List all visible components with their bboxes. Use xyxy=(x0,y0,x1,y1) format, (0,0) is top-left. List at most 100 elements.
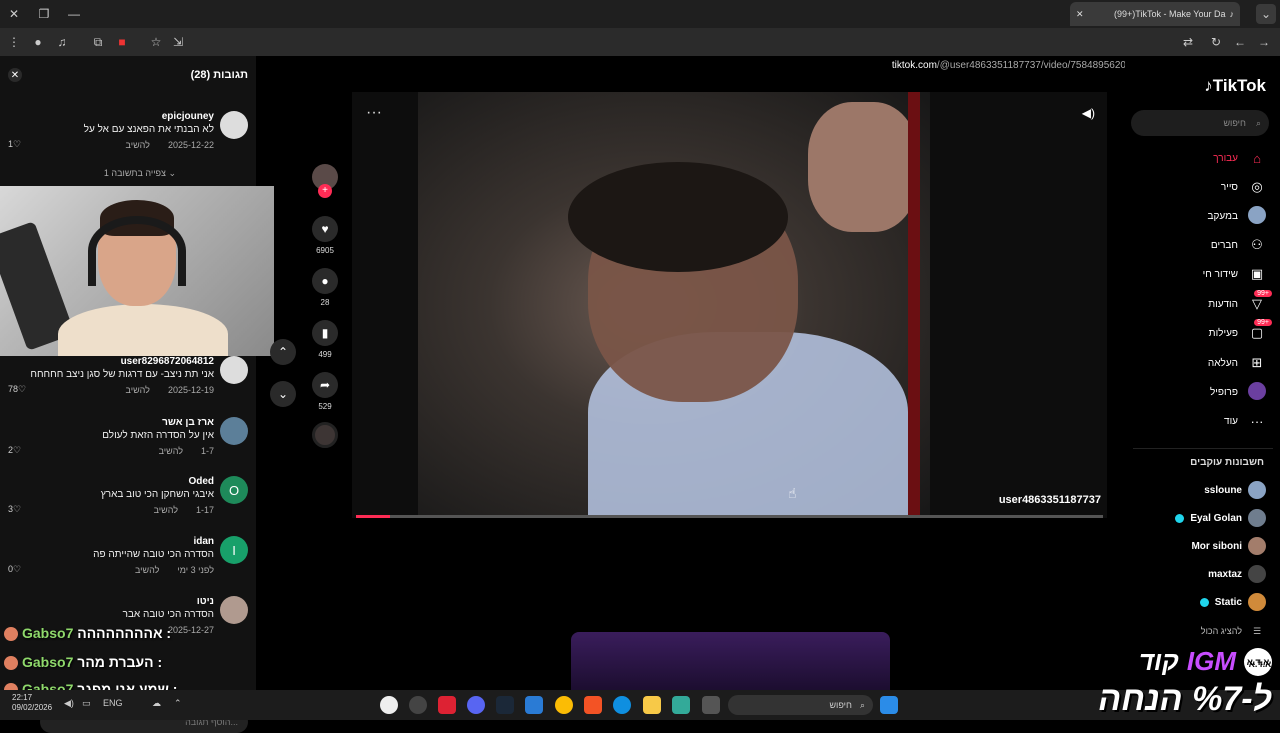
video-more-icon[interactable]: ··· xyxy=(366,104,382,122)
taskbar-clock[interactable]: 22:17 09/02/2026 xyxy=(12,693,52,713)
comment-user[interactable]: ארז בן אשר xyxy=(162,417,214,428)
following-account[interactable]: ssloune xyxy=(1204,480,1266,500)
comment-user[interactable]: idan xyxy=(193,536,214,547)
nav-explore[interactable]: סייר ◎ xyxy=(1221,177,1266,197)
comment-avatar[interactable]: I xyxy=(220,536,248,564)
minimize-window-icon[interactable]: — xyxy=(64,4,84,24)
site-settings-icon[interactable]: ⇄ xyxy=(1178,32,1198,52)
nav-profile[interactable]: פרופיל xyxy=(1210,381,1266,402)
tab-close-icon[interactable]: ✕ xyxy=(1076,9,1084,20)
store-taskbar-icon[interactable] xyxy=(584,696,602,714)
app-taskbar-icon[interactable] xyxy=(409,696,427,714)
previous-video-button[interactable]: ⌃ xyxy=(270,339,296,365)
chrome-taskbar-icon[interactable] xyxy=(555,696,573,714)
nav-upload[interactable]: העלאה ⊞ xyxy=(1208,353,1266,373)
install-app-icon[interactable]: ⇲ xyxy=(168,32,188,52)
comment-action[interactable]: ● 28 xyxy=(312,268,338,307)
close-comments-icon[interactable]: ✕ xyxy=(8,68,22,82)
edge-taskbar-icon[interactable] xyxy=(613,696,631,714)
steam-taskbar-icon[interactable] xyxy=(496,696,514,714)
share-action[interactable]: ➦ 529 xyxy=(312,372,338,411)
nav-activity[interactable]: פעילות ▢ 99+ xyxy=(1209,319,1272,343)
network-tray-icon[interactable]: ▭ xyxy=(82,698,91,709)
following-account[interactable]: Mor siboni xyxy=(1191,536,1266,556)
comment-avatar[interactable]: O xyxy=(220,476,248,504)
comment-user[interactable]: Oded xyxy=(188,476,214,487)
media-control-icon[interactable]: ♫ xyxy=(52,32,72,52)
share-arrow-icon[interactable]: ➦ xyxy=(312,372,338,398)
comment-avatar[interactable] xyxy=(220,596,248,624)
next-video-preview[interactable] xyxy=(571,632,890,692)
tab-list-icon[interactable]: ⌄ xyxy=(1256,4,1276,24)
task-view-taskbar-icon[interactable] xyxy=(702,696,720,714)
reply-link[interactable]: להשיב xyxy=(154,505,178,515)
nav-more[interactable]: עוד ··· xyxy=(1224,411,1266,431)
nav-live[interactable]: שידור חי ▣ xyxy=(1203,264,1266,284)
next-video-button[interactable]: ⌄ xyxy=(270,381,296,407)
comment-avatar[interactable] xyxy=(220,111,248,139)
sound-disc[interactable] xyxy=(312,422,338,448)
show-all-link[interactable]: להציג הכול ☰ xyxy=(1201,621,1266,641)
restore-window-icon[interactable]: ❐ xyxy=(34,4,54,24)
video-progress-bar[interactable] xyxy=(356,515,1103,518)
comment-bubble-icon[interactable]: ● xyxy=(312,268,338,294)
nav-following[interactable]: במעקב xyxy=(1208,205,1266,226)
following-account[interactable]: maxtaz xyxy=(1208,564,1266,584)
discord-taskbar-icon[interactable] xyxy=(467,696,485,714)
comment-avatar[interactable] xyxy=(220,356,248,384)
video-username[interactable]: user4863351187737 xyxy=(999,494,1101,506)
view-replies-link[interactable]: צפייה בתשובה 1 ⌄ xyxy=(104,168,176,179)
follow-plus-icon[interactable]: + xyxy=(318,184,332,198)
heart-outline-icon: ♡ xyxy=(13,564,22,574)
comment-like[interactable]: 1♡ xyxy=(8,139,21,150)
taskbar-search[interactable]: חיפוש ⌕ xyxy=(728,695,873,715)
browser-menu-icon[interactable]: ⋮ xyxy=(4,32,24,52)
forward-icon[interactable]: ← xyxy=(1230,32,1250,52)
search-input[interactable]: חיפוש ⌕ xyxy=(1131,110,1269,136)
tray-overflow-icon[interactable]: ⌃ xyxy=(174,698,182,709)
following-account[interactable]: Static xyxy=(1199,592,1266,612)
like-action[interactable]: ♥ 6905 xyxy=(312,216,338,255)
volume-tray-icon[interactable]: ◀) xyxy=(64,698,74,709)
save-action[interactable]: ▮ 499 xyxy=(312,320,338,359)
extensions-icon[interactable]: ⧉ xyxy=(88,32,108,52)
tiktok-logo[interactable]: ♪TikTok xyxy=(1204,76,1266,96)
language-indicator[interactable]: ENG xyxy=(103,698,123,708)
following-account[interactable]: Eyal Golan xyxy=(1175,508,1266,528)
app-blue-taskbar-icon[interactable] xyxy=(525,696,543,714)
app-green-taskbar-icon[interactable] xyxy=(672,696,690,714)
creator-avatar[interactable]: + xyxy=(312,164,338,198)
nav-for-you[interactable]: עבורך ⌂ xyxy=(1213,148,1266,168)
video-player[interactable]: ··· ◀) user4863351187737 xyxy=(352,92,1107,518)
nav-messages[interactable]: הודעות ▽ 99+ xyxy=(1208,290,1272,314)
search-icon[interactable]: ⌕ xyxy=(1256,118,1261,129)
reply-link[interactable]: להשיב xyxy=(135,565,159,575)
reply-link[interactable]: להשיב xyxy=(159,446,183,456)
bookmark-icon[interactable]: ▮ xyxy=(312,320,338,346)
comment-like[interactable]: 3♡ xyxy=(8,504,21,515)
file-explorer-taskbar-icon[interactable] xyxy=(643,696,661,714)
profile-icon[interactable]: ● xyxy=(28,32,48,52)
comment-user[interactable]: epicjouney xyxy=(162,111,214,122)
reply-link[interactable]: להשיב xyxy=(126,385,150,395)
windows-start-icon[interactable] xyxy=(880,696,898,714)
comment-like[interactable]: 0♡ xyxy=(8,564,21,575)
back-icon[interactable]: → xyxy=(1254,32,1274,52)
browser-tab[interactable]: ✕ (99+)TikTok - Make Your Da ♪ xyxy=(1070,2,1240,26)
bookmark-star-icon[interactable]: ☆ xyxy=(146,32,166,52)
comment-avatar[interactable] xyxy=(220,417,248,445)
comment-like[interactable]: 78♡ xyxy=(8,384,26,395)
reload-icon[interactable]: ↻ xyxy=(1206,32,1226,52)
app-red-taskbar-icon[interactable] xyxy=(438,696,456,714)
volume-icon[interactable]: ◀) xyxy=(1082,106,1095,120)
obs-taskbar-icon[interactable] xyxy=(380,696,398,714)
comment-user[interactable]: user8296872064812 xyxy=(121,356,214,367)
record-extension-icon[interactable]: ■ xyxy=(112,32,132,52)
close-window-icon[interactable]: ✕ xyxy=(4,4,24,24)
onedrive-tray-icon[interactable]: ☁ xyxy=(152,698,161,709)
reply-link[interactable]: להשיב xyxy=(126,140,150,150)
heart-icon[interactable]: ♥ xyxy=(312,216,338,242)
comment-user[interactable]: ניטו xyxy=(197,596,214,607)
nav-friends[interactable]: חברים ⚇ xyxy=(1211,235,1266,255)
comment-like[interactable]: 2♡ xyxy=(8,445,21,456)
